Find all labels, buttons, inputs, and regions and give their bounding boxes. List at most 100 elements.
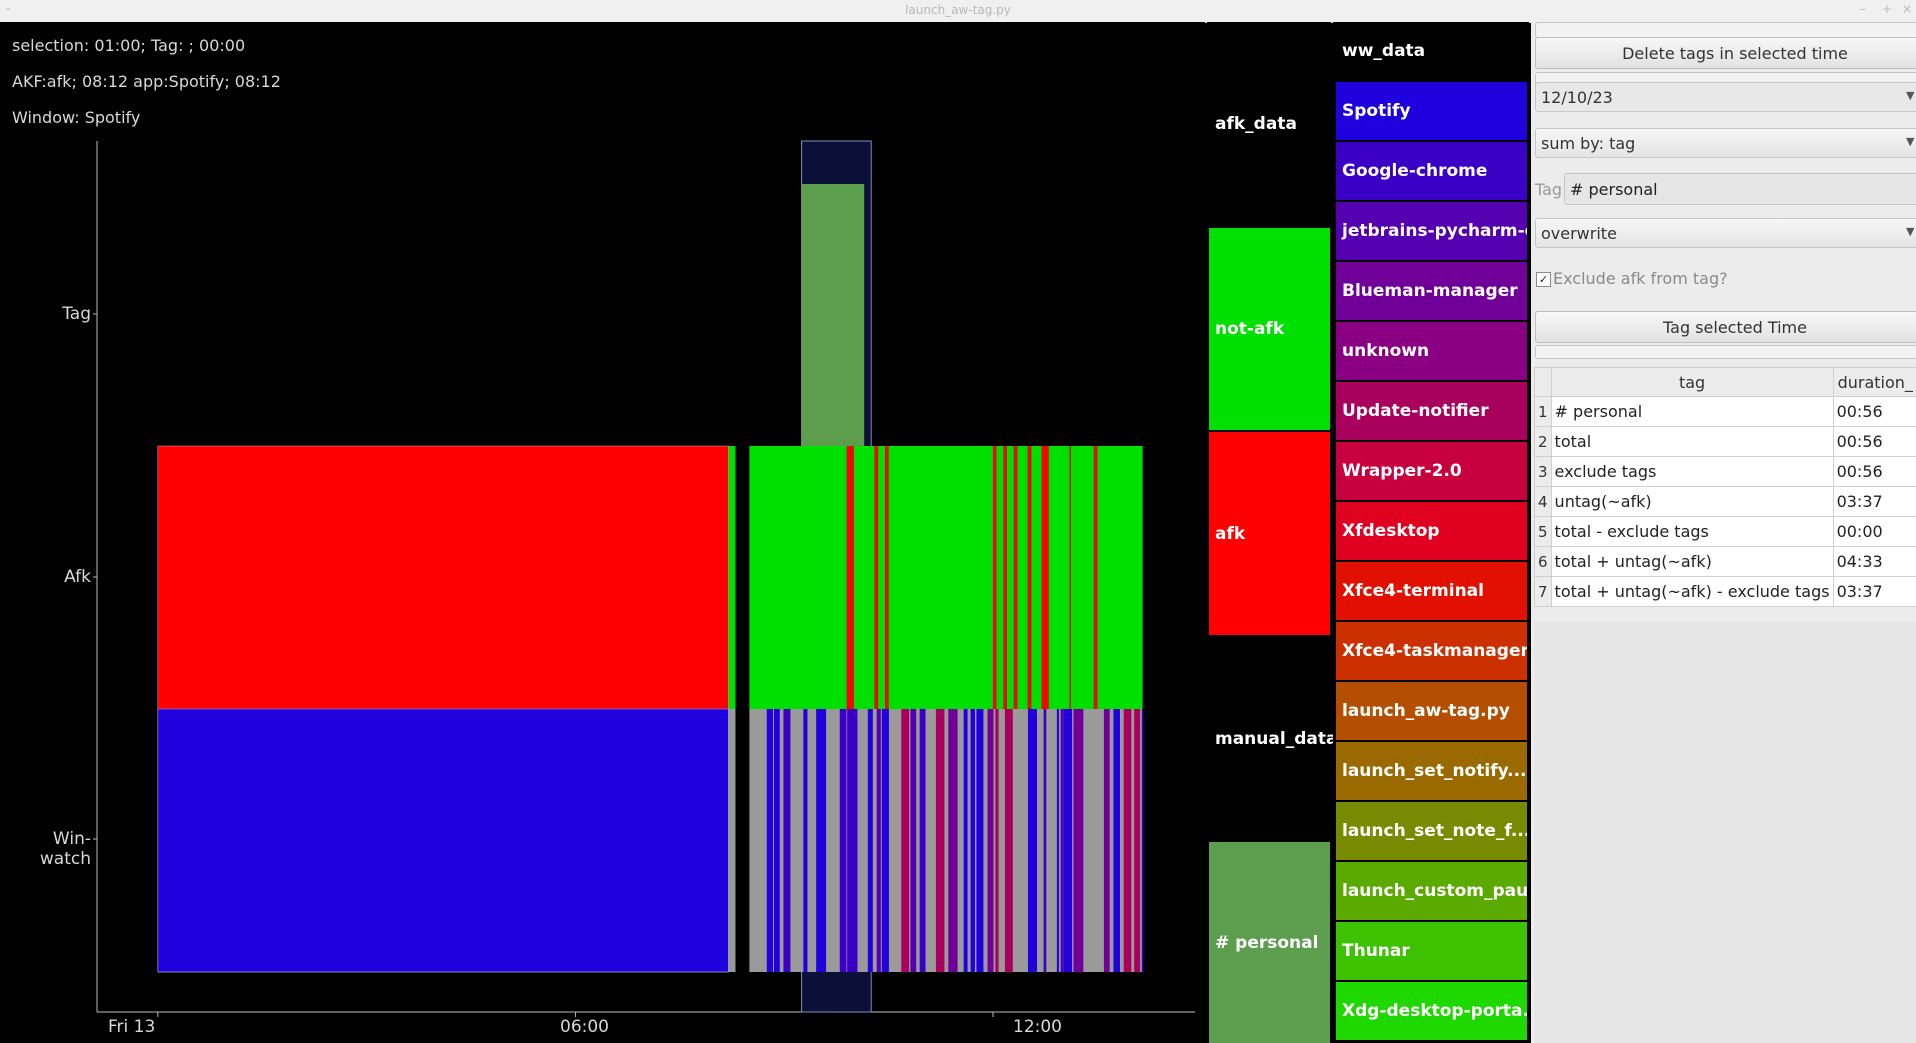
- table-corner: [1534, 367, 1552, 397]
- table-row[interactable]: 5 total - exclude tags 00:00: [1534, 516, 1916, 547]
- win-stripe: [876, 709, 881, 972]
- tag-cell: total: [1550, 426, 1834, 457]
- legend-afk[interactable]: afk: [1209, 432, 1330, 635]
- close-icon[interactable]: ×: [1902, 2, 1912, 16]
- duration-cell: 04:33: [1832, 546, 1916, 577]
- afk-segment: [1006, 446, 1014, 709]
- win-stripe: [963, 709, 968, 972]
- afk-segment: [1070, 446, 1094, 709]
- afk-segment: [853, 446, 875, 709]
- row-number: 2: [1534, 426, 1552, 457]
- tag-field-label: Tag:: [1535, 180, 1568, 199]
- table-row[interactable]: 1 # personal 00:56: [1534, 396, 1916, 427]
- duration-cell: 00:56: [1832, 456, 1916, 487]
- win-stripe: [948, 709, 958, 972]
- tag-cell: total + untag(~afk): [1550, 546, 1834, 577]
- legend-app-item[interactable]: Update-notifier: [1336, 382, 1527, 440]
- legend-manual-data[interactable]: manual_data: [1209, 637, 1337, 840]
- afk-segment: [888, 446, 993, 709]
- legend-app-item[interactable]: launch_custom_pau...: [1336, 862, 1527, 920]
- y-label-afk: Afk: [64, 567, 91, 587]
- afk-segment: [1048, 446, 1070, 709]
- legend-app-item[interactable]: Thunar: [1336, 922, 1527, 980]
- afk-segment: [1041, 446, 1049, 709]
- mode-dropdown-icon[interactable]: ▼: [1906, 225, 1914, 238]
- selection-info: selection: 01:00; Tag: ; 00:00: [12, 36, 246, 55]
- afk-segment: [1097, 446, 1143, 709]
- legend-app-item[interactable]: launch_aw-tag.py: [1336, 682, 1527, 740]
- maximize-icon[interactable]: +: [1882, 2, 1892, 16]
- afk-segment: [1013, 446, 1018, 709]
- date-field[interactable]: 12/10/23 ▼: [1535, 82, 1916, 112]
- duration-cell: 00:56: [1832, 396, 1916, 427]
- row-number: 5: [1534, 516, 1552, 547]
- win-stripe: [976, 709, 984, 972]
- top-splitter[interactable]: [1535, 22, 1916, 38]
- date-dropdown-icon[interactable]: ▼: [1906, 89, 1914, 102]
- legend-app-item[interactable]: Spotify: [1336, 82, 1527, 140]
- timeline-plot[interactable]: selection: 01:00; Tag: ; 00:00 AKF:afk; …: [0, 22, 1205, 1043]
- legend-app-item[interactable]: jetbrains-pycharm-ce: [1336, 202, 1527, 260]
- legend-app-item[interactable]: Blueman-manager: [1336, 262, 1527, 320]
- tag-input[interactable]: # personal: [1564, 173, 1916, 205]
- tag-cell: # personal: [1550, 396, 1834, 427]
- win-stripe: [1073, 709, 1084, 972]
- legend-app-item[interactable]: Xfce4-taskmanager: [1336, 622, 1527, 680]
- win-stripe: [867, 709, 873, 972]
- legend-app-item[interactable]: unknown: [1336, 322, 1527, 380]
- table-row[interactable]: 6 total + untag(~afk) 04:33: [1534, 546, 1916, 577]
- legend-app-item[interactable]: launch_set_notify...: [1336, 742, 1527, 800]
- win-stripe: [1004, 709, 1013, 972]
- afk-segment: [1017, 446, 1028, 709]
- legend-app-item[interactable]: Xfdesktop: [1336, 502, 1527, 560]
- legend-personal[interactable]: # personal: [1209, 842, 1330, 1043]
- afk-segment: [1093, 446, 1098, 709]
- sum-by-select[interactable]: sum by: tag ▼: [1535, 128, 1916, 158]
- win-stripe: [803, 709, 808, 972]
- legend-app-item[interactable]: Xfce4-terminal: [1336, 562, 1527, 620]
- win-stripe: [935, 709, 945, 972]
- legend-afk-data[interactable]: afk_data: [1209, 22, 1330, 226]
- column-header-tag[interactable]: tag: [1550, 367, 1834, 397]
- table-row[interactable]: 4 untag(~afk) 03:37: [1534, 486, 1916, 517]
- exclude-afk-label: Exclude afk from tag?: [1553, 269, 1728, 288]
- win-stripe: [919, 709, 926, 972]
- win-stripe: [816, 709, 827, 972]
- minimize-icon[interactable]: –: [1860, 2, 1866, 16]
- legend-app-item[interactable]: ww_data: [1336, 22, 1527, 80]
- afk-segment: [157, 446, 729, 709]
- win-stripe: [783, 709, 791, 972]
- legend-app-item[interactable]: Google-chrome: [1336, 142, 1527, 200]
- legend-not-afk[interactable]: not-afk: [1209, 228, 1330, 430]
- column-header-duration[interactable]: duration_: [1832, 367, 1916, 397]
- legend-app-item[interactable]: launch_set_note_f...: [1336, 802, 1527, 860]
- table-row[interactable]: 7 total + untag(~afk) - exclude tags 03:37: [1534, 576, 1916, 607]
- afk-segment: [996, 446, 1004, 709]
- exclude-afk-checkbox[interactable]: ✓: [1536, 272, 1551, 287]
- mode-select[interactable]: overwrite ▼: [1535, 218, 1916, 248]
- win-stripe: [1141, 709, 1144, 972]
- afk-segment: [1069, 446, 1071, 709]
- win-stripe: [1056, 709, 1059, 972]
- afk-segment: [885, 446, 889, 709]
- table-row[interactable]: 2 total 00:56: [1534, 426, 1916, 457]
- lower-splitter[interactable]: [1535, 345, 1916, 359]
- afk-segment: [749, 446, 847, 709]
- legend-app-item[interactable]: Wrapper-2.0: [1336, 442, 1527, 500]
- row-number: 1: [1534, 396, 1552, 427]
- legend-app-item[interactable]: Xdg-desktop-porta...: [1336, 982, 1527, 1040]
- date-value: 12/10/23: [1541, 87, 1613, 107]
- win-stripe: [1134, 709, 1141, 972]
- delete-tags-button[interactable]: Delete tags in selected time: [1535, 37, 1916, 69]
- duration-cell: 00:00: [1832, 516, 1916, 547]
- tag-selected-time-button[interactable]: Tag selected Time: [1535, 311, 1916, 343]
- afk-segment: [874, 446, 879, 709]
- sum-by-dropdown-icon[interactable]: ▼: [1906, 135, 1914, 148]
- x-label-fri-13: Fri 13: [108, 1017, 156, 1037]
- afk-segment: [1031, 446, 1042, 709]
- afk-legend: afk_data not-afk afk manual_data # perso…: [1207, 22, 1337, 1043]
- timeline-chart[interactable]: [0, 22, 1205, 1043]
- win-segment-mixed-bg: [749, 709, 1143, 972]
- win-segment-spotify: [157, 708, 729, 973]
- table-row[interactable]: 3 exclude tags 00:56: [1534, 456, 1916, 487]
